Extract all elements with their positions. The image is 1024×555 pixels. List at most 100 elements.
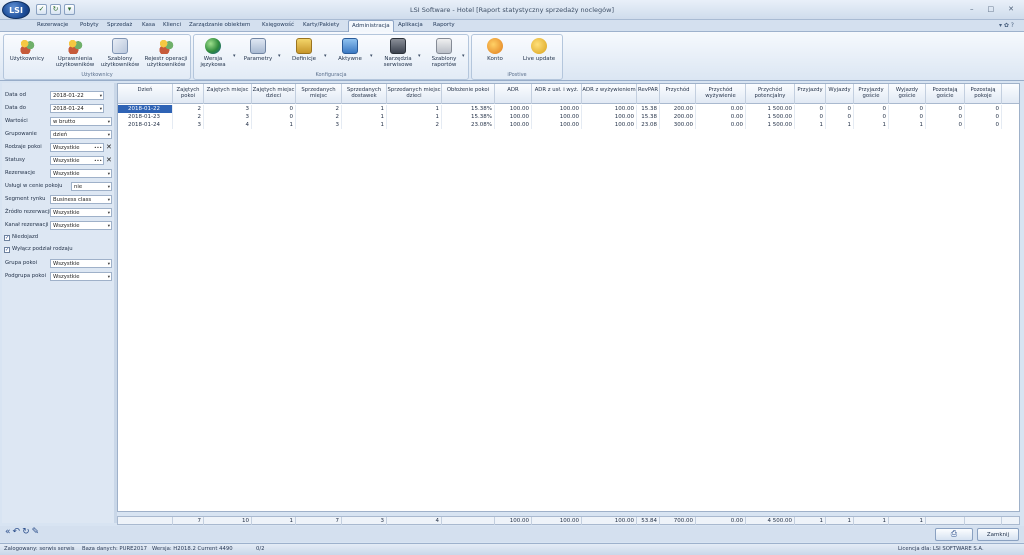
- user-templates-button[interactable]: Szablony użytkowników: [100, 38, 140, 68]
- undo-icon[interactable]: ↶: [13, 527, 21, 537]
- date-to-field[interactable]: 2018-01-24 ▾: [50, 104, 104, 113]
- maximize-icon[interactable]: □: [988, 5, 995, 13]
- table-cell[interactable]: 300.00: [660, 121, 696, 129]
- table-cell[interactable]: 0: [795, 105, 826, 113]
- reservations-select[interactable]: Wszystkie ▾: [50, 169, 112, 178]
- column-header[interactable]: Przyjazdy: [795, 84, 826, 104]
- help-icon[interactable]: ▾ ✿ ?: [999, 22, 1014, 29]
- chevron-down-icon[interactable]: ▾: [324, 53, 327, 59]
- disable-split-checkbox[interactable]: ✓ Wyłącz podział rodzaju: [4, 246, 73, 255]
- active-button[interactable]: Aktywne: [333, 38, 367, 62]
- table-cell[interactable]: 0: [826, 105, 854, 113]
- column-header[interactable]: Zajętych miejsc dzieci: [252, 84, 296, 104]
- table-cell[interactable]: 0.00: [696, 105, 746, 113]
- table-cell[interactable]: 2018-01-22: [118, 105, 173, 113]
- column-header[interactable]: Przychód wyżywienie: [696, 84, 746, 104]
- table-cell[interactable]: 2018-01-23: [118, 113, 173, 121]
- table-cell[interactable]: 0: [965, 105, 1002, 113]
- room-types-field[interactable]: Wszystkie •••: [50, 143, 104, 152]
- clear-icon[interactable]: ✕: [106, 143, 112, 151]
- column-header[interactable]: Pozostają pokoje: [965, 84, 1002, 104]
- column-header[interactable]: Sprzedanych miejsc: [296, 84, 342, 104]
- table-cell[interactable]: 1 500.00: [746, 113, 795, 121]
- column-header[interactable]: Obłożenie pokoi: [442, 84, 495, 104]
- table-cell[interactable]: 0: [965, 121, 1002, 129]
- segment-select[interactable]: Business class ▾: [50, 195, 112, 204]
- table-cell[interactable]: 1: [854, 121, 889, 129]
- table-cell[interactable]: 15.38: [637, 105, 660, 113]
- table-cell[interactable]: 2: [173, 105, 204, 113]
- table-cell[interactable]: 0: [926, 105, 965, 113]
- room-subgroup-select[interactable]: Wszystkie ▾: [50, 272, 112, 281]
- column-header[interactable]: Zajętych miejsc: [204, 84, 252, 104]
- permissions-button[interactable]: Uprawnienia użytkowników: [52, 38, 98, 68]
- edit-icon[interactable]: ✎: [32, 527, 40, 537]
- table-cell[interactable]: 23.08%: [442, 121, 495, 129]
- column-header[interactable]: ADR: [495, 84, 532, 104]
- table-cell[interactable]: 1: [252, 121, 296, 129]
- chevron-down-icon[interactable]: ▾: [418, 53, 421, 59]
- service-tools-button[interactable]: Narzędzia serwisowe: [378, 38, 418, 68]
- table-cell[interactable]: 0: [795, 113, 826, 121]
- tab-kasa[interactable]: Kasa: [142, 22, 155, 28]
- table-cell[interactable]: 100.00: [582, 105, 637, 113]
- column-header[interactable]: Przyjazdy goście: [854, 84, 889, 104]
- table-cell[interactable]: 1: [826, 121, 854, 129]
- column-header[interactable]: Dzień: [118, 84, 173, 104]
- table-cell[interactable]: 200.00: [660, 113, 696, 121]
- back-icon[interactable]: «: [5, 527, 11, 537]
- chevron-down-icon[interactable]: ▾: [370, 53, 373, 59]
- table-row[interactable]: 2018-01-23 2 3 0 2 1 1 15.38% 100.00 100.00 100.00…: [118, 113, 1019, 121]
- table-cell[interactable]: 200.00: [660, 105, 696, 113]
- tab-sprzedaz[interactable]: Sprzedaż: [107, 22, 132, 28]
- table-cell[interactable]: 2: [173, 113, 204, 121]
- channel-select[interactable]: Wszystkie ▾: [50, 221, 112, 230]
- tab-raporty[interactable]: Raporty: [433, 22, 455, 28]
- redo-icon[interactable]: ↻: [22, 527, 30, 537]
- table-cell[interactable]: 2: [387, 121, 442, 129]
- column-header[interactable]: Wyjazdy: [826, 84, 854, 104]
- date-from-field[interactable]: 2018-01-22 ▾: [50, 91, 104, 100]
- chevron-down-icon[interactable]: ▾: [233, 53, 236, 59]
- column-header[interactable]: Pozostają goście: [926, 84, 965, 104]
- table-cell[interactable]: 0: [965, 113, 1002, 121]
- table-cell[interactable]: 0: [252, 105, 296, 113]
- table-cell[interactable]: 100.00: [495, 105, 532, 113]
- report-templates-button[interactable]: Szablony raportów: [426, 38, 462, 68]
- table-cell[interactable]: 100.00: [532, 105, 582, 113]
- table-cell[interactable]: 23.08: [637, 121, 660, 129]
- column-header[interactable]: Sprzedanych miejsc dzieci: [387, 84, 442, 104]
- table-cell[interactable]: 1: [342, 105, 387, 113]
- column-header[interactable]: Przychód potencjalny: [746, 84, 795, 104]
- table-cell[interactable]: 100.00: [532, 121, 582, 129]
- live-update-button[interactable]: Live update: [520, 38, 558, 62]
- operations-log-button[interactable]: Rejestr operacji użytkowników: [142, 38, 190, 68]
- table-cell[interactable]: 2018-01-24: [118, 121, 173, 129]
- tab-rezerwacje[interactable]: Rezerwacje: [37, 22, 68, 28]
- table-cell[interactable]: 15.38: [637, 113, 660, 121]
- tab-aplikacja[interactable]: Aplikacja: [398, 22, 423, 28]
- table-cell[interactable]: 0: [826, 113, 854, 121]
- column-header[interactable]: Zajętych pokoi: [173, 84, 204, 104]
- parameters-button[interactable]: Parametry: [241, 38, 275, 62]
- table-cell[interactable]: 0: [926, 121, 965, 129]
- table-cell[interactable]: 15.38%: [442, 105, 495, 113]
- table-cell[interactable]: 1: [795, 121, 826, 129]
- table-row[interactable]: 2018-01-24 3 4 1 3 1 2 23.08% 100.00 100.00 100.00…: [118, 121, 1019, 129]
- minimize-icon[interactable]: –: [970, 5, 974, 13]
- print-button[interactable]: ⎙: [935, 528, 973, 541]
- table-cell[interactable]: 0: [889, 113, 926, 121]
- table-cell[interactable]: 100.00: [582, 113, 637, 121]
- no-show-checkbox[interactable]: ✓ Niedojazd: [4, 234, 38, 243]
- tab-zarzadzanie[interactable]: Zarządzanie obiektem: [189, 22, 250, 28]
- services-select[interactable]: nie ▾: [71, 182, 112, 191]
- table-cell[interactable]: 2: [296, 113, 342, 121]
- table-cell[interactable]: 3: [204, 113, 252, 121]
- column-header[interactable]: Sprzedanych dostawek: [342, 84, 387, 104]
- statuses-field[interactable]: Wszystkie •••: [50, 156, 104, 165]
- table-cell[interactable]: 0: [889, 105, 926, 113]
- table-cell[interactable]: 100.00: [495, 113, 532, 121]
- table-cell[interactable]: 1: [342, 113, 387, 121]
- values-select[interactable]: w brutto ▾: [50, 117, 112, 126]
- account-button[interactable]: Konto: [478, 38, 512, 62]
